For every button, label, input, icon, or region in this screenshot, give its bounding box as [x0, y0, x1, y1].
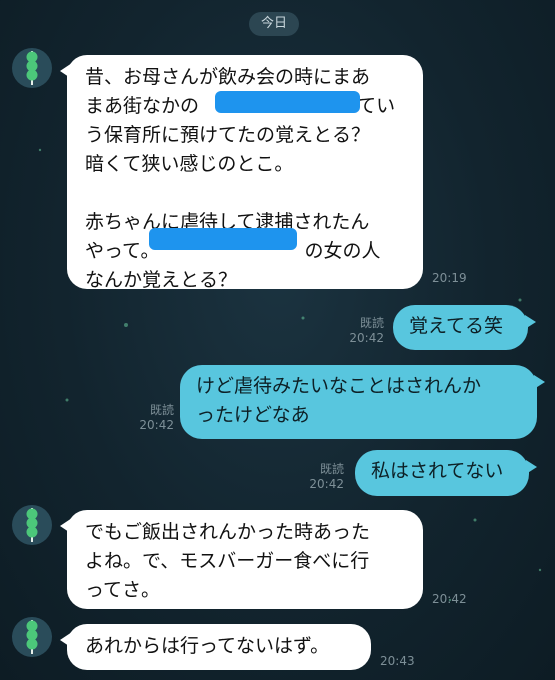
read-receipt: 既読	[149, 403, 174, 417]
message-line: ってさ。	[85, 579, 161, 601]
green-dango-icon	[26, 620, 38, 654]
timestamp: 20:42	[349, 331, 384, 345]
timestamp: 20:43	[380, 654, 415, 668]
message-line: なんか覚えとる？	[85, 269, 238, 291]
message-line: 昔、お母さんが飲み会の時にまあ	[85, 66, 371, 88]
timestamp: 20:42	[432, 592, 467, 606]
avatar[interactable]	[12, 505, 52, 545]
message-line: よね。で、モスバーガー食べに行	[85, 550, 370, 572]
outgoing-message-bubble[interactable]: 覚えてる笑	[393, 305, 536, 350]
message-text: あれからは行ってないはず。	[85, 635, 330, 657]
outgoing-message-bubble[interactable]: 私はされてない	[355, 450, 537, 496]
read-receipt: 既読	[359, 316, 384, 330]
message-line: でもご飯出されんかった時あった	[85, 521, 371, 543]
redaction-mark	[215, 91, 360, 113]
incoming-message-bubble[interactable]: でもご飯出されんかった時あった よね。で、モスバーガー食べに行 ってさ。	[60, 510, 423, 609]
avatar[interactable]	[12, 48, 52, 88]
green-dango-icon	[26, 51, 38, 85]
date-separator: 今日	[249, 12, 299, 36]
incoming-message-bubble[interactable]: あれからは行ってないはず。	[60, 624, 371, 670]
timestamp: 20:42	[309, 477, 344, 491]
read-receipt-block: 既読 20:42	[130, 403, 174, 433]
redaction-mark	[149, 228, 297, 250]
message-line: う保育所に預けてたの覚えとる？	[85, 124, 371, 146]
timestamp: 20:19	[432, 271, 467, 285]
green-dango-icon	[26, 508, 38, 542]
message-text: 私はされてない	[371, 460, 504, 482]
outgoing-message-bubble[interactable]: けど虐待みたいなことはされんか ったけどなあ	[180, 365, 545, 439]
message-line: ったけどなあ	[196, 404, 310, 426]
read-receipt-block: 既読 20:42	[340, 316, 384, 346]
incoming-message-bubble[interactable]: 昔、お母さんが飲み会の時にまあ まあ街なかの ってい う保育所に預けてたの覚えとる…	[60, 55, 423, 291]
message-line	[85, 179, 409, 208]
message-text: 覚えてる笑	[409, 315, 504, 337]
read-receipt-block: 既読 20:42	[300, 462, 344, 492]
timestamp: 20:42	[139, 418, 174, 432]
message-line: けど虐待みたいなことはされんか	[196, 375, 482, 397]
message-line: 暗くて狭い感じのとこ。	[85, 153, 294, 175]
read-receipt: 既読	[319, 462, 344, 476]
avatar[interactable]	[12, 617, 52, 657]
